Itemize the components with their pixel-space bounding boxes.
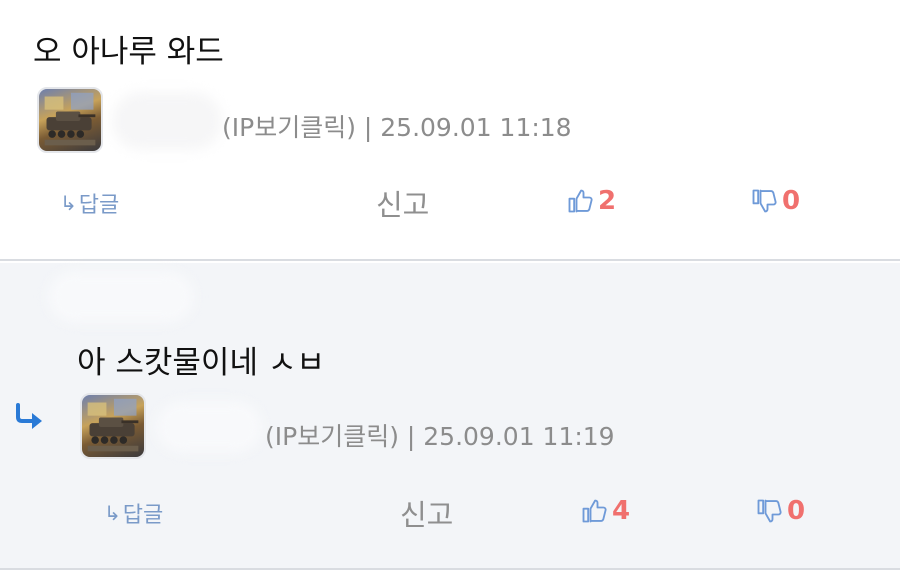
dislike-button[interactable]: 0 bbox=[750, 186, 800, 216]
redacted-nickname bbox=[156, 401, 262, 453]
redacted-mention bbox=[48, 271, 194, 323]
reply-arrow-icon: ↳ bbox=[60, 191, 77, 215]
redacted-nickname bbox=[112, 92, 222, 150]
thumb-up-icon bbox=[580, 497, 608, 525]
comment-meta[interactable]: (IP보기클릭) | 25.09.01 11:19 bbox=[265, 417, 615, 453]
report-button[interactable]: 신고 bbox=[376, 182, 429, 224]
comment-text: 오 아나루 와드 bbox=[33, 34, 224, 70]
thumb-down-icon bbox=[750, 187, 778, 215]
avatar[interactable] bbox=[37, 87, 103, 153]
like-count: 4 bbox=[612, 496, 631, 526]
avatar-image bbox=[44, 92, 96, 146]
comment-item: 오 아나루 와드 (IP보기클릭) | 25.09.01 11:18 ↳ 답글 … bbox=[0, 0, 900, 261]
comment-meta[interactable]: (IP보기클릭) | 25.09.01 11:18 bbox=[222, 108, 572, 144]
like-button[interactable]: 2 bbox=[566, 186, 616, 216]
avatar[interactable] bbox=[80, 393, 146, 459]
dislike-button[interactable]: 0 bbox=[755, 496, 805, 526]
reply-label: 답글 bbox=[78, 193, 120, 218]
reply-button[interactable]: ↳ 답글 bbox=[104, 497, 163, 529]
reply-label: 답글 bbox=[122, 503, 164, 528]
dislike-count: 0 bbox=[782, 186, 801, 216]
nested-reply-icon bbox=[14, 403, 46, 435]
thumb-up-icon bbox=[566, 187, 594, 215]
reply-button[interactable]: ↳ 답글 bbox=[60, 187, 119, 219]
reply-comment-item: 아 스캇물이네 ㅅㅂ (IP보기클릭) | 25.09.01 11:19 ↳ 답… bbox=[0, 263, 900, 570]
thumb-down-icon bbox=[755, 497, 783, 525]
like-button[interactable]: 4 bbox=[580, 496, 630, 526]
reply-arrow-icon: ↳ bbox=[104, 501, 121, 525]
like-count: 2 bbox=[598, 186, 617, 216]
comment-text: 아 스캇물이네 ㅅㅂ bbox=[77, 345, 325, 381]
avatar-image bbox=[87, 398, 139, 452]
report-button[interactable]: 신고 bbox=[400, 492, 453, 534]
dislike-count: 0 bbox=[787, 496, 806, 526]
